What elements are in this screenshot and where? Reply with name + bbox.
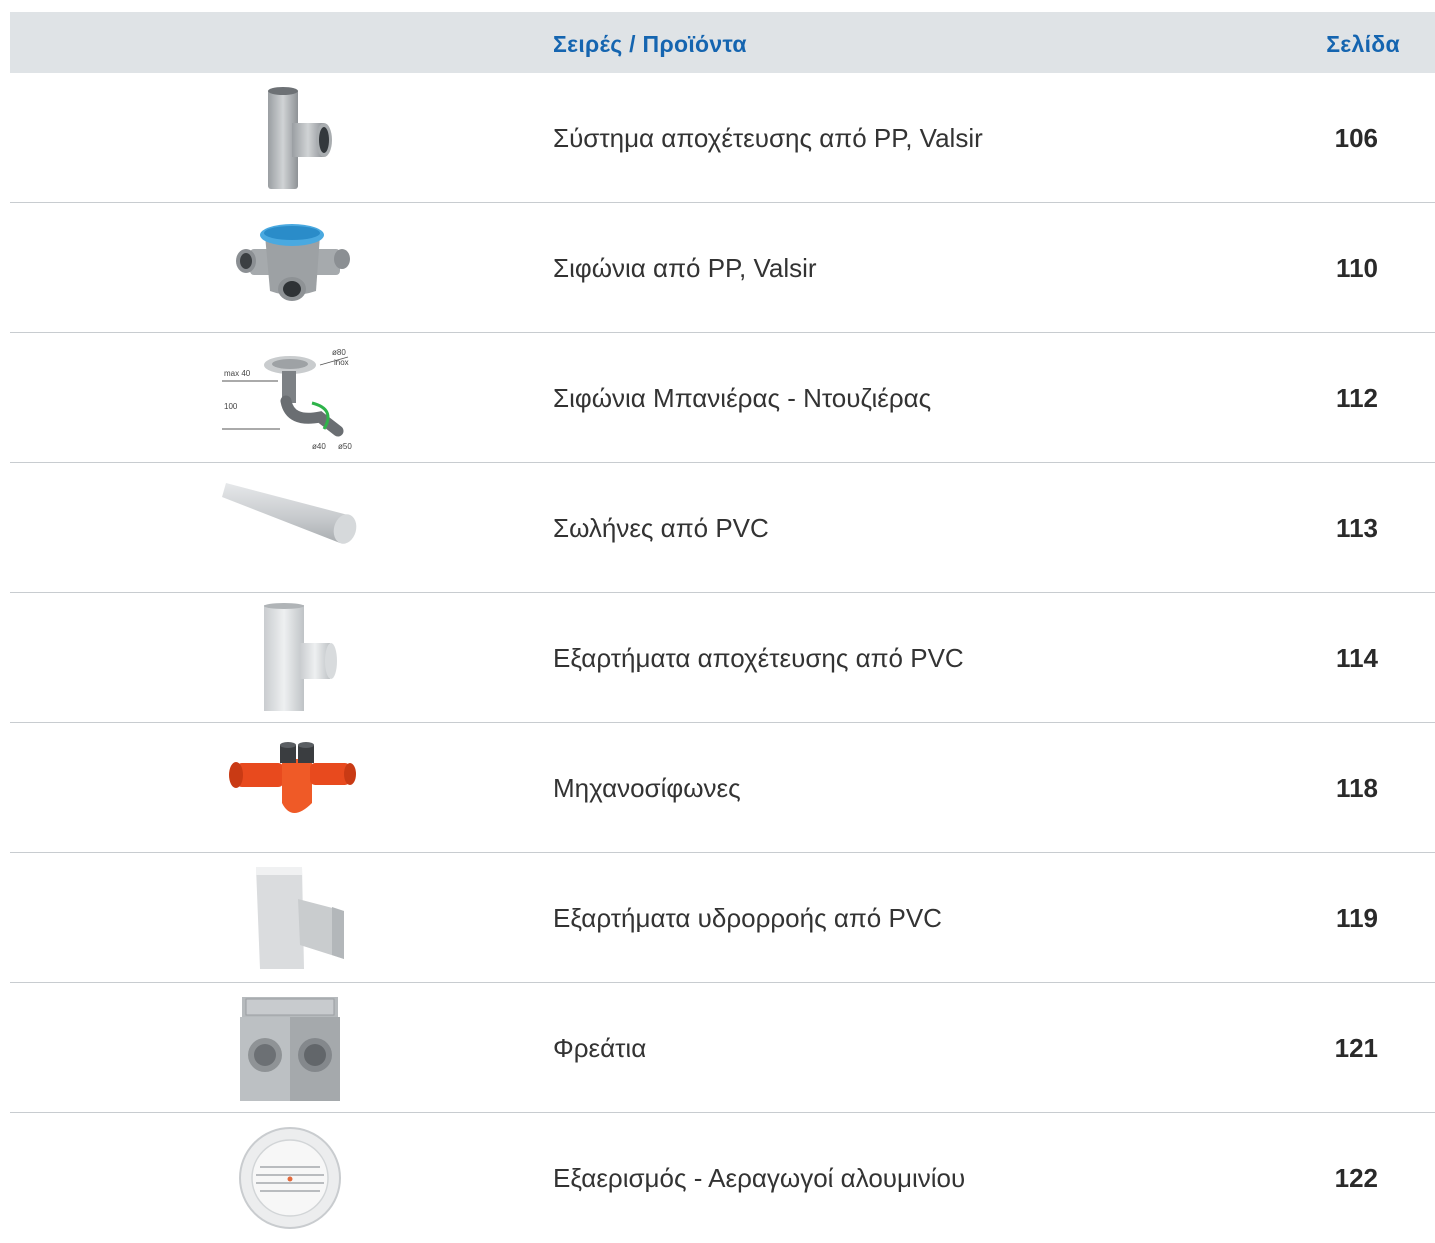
table-row: Σύστημα αποχέτευσης από PP, Valsir 106 [10, 73, 1435, 203]
shower-drain-diagram-icon: max 40 ø80 inox 100 ø40 ø50 [220, 343, 360, 453]
table-row: Εξαερισμός - Αεραγωγοί αλουμινίου 122 [10, 1113, 1435, 1243]
diagram-label: ø80 [332, 348, 346, 357]
product-index-table: Σειρές / Προϊόντα Σελίδα Σύστημα αποχέτε… [10, 12, 1435, 1243]
product-name: Σιφώνια από PP, Valsir [553, 253, 817, 283]
diagram-label: ø50 [338, 442, 352, 451]
diagram-label: ø40 [312, 442, 326, 451]
table-row: Εξαρτήματα υδρορροής από PVC 119 [10, 853, 1435, 983]
table-row: Σιφώνια από PP, Valsir 110 [10, 203, 1435, 333]
page-number: 106 [1334, 123, 1378, 153]
pvc-tee-fitting-icon [220, 603, 360, 713]
orange-trap-icon [220, 733, 360, 843]
product-name: Σιφώνια Μπανιέρας - Ντουζιέρας [553, 383, 932, 413]
series-column-header: Σειρές / Προϊόντα [553, 31, 747, 57]
ventilation-fan-icon [220, 1123, 360, 1233]
pp-tee-fitting-icon [220, 83, 360, 193]
diagram-label: max 40 [224, 369, 251, 378]
page-number: 118 [1336, 773, 1378, 803]
product-name: Σωλήνες από PVC [553, 513, 769, 543]
product-name: Εξαρτήματα αποχέτευσης από PVC [553, 643, 964, 673]
diagram-label: inox [334, 358, 349, 367]
page-number: 112 [1336, 383, 1378, 413]
page-number: 110 [1336, 253, 1378, 283]
table-row: Μηχανοσίφωνες 118 [10, 723, 1435, 853]
page-column-header: Σελίδα [1326, 31, 1400, 57]
product-name: Εξαερισμός - Αεραγωγοί αλουμινίου [553, 1163, 966, 1193]
product-name: Φρεάτια [553, 1033, 647, 1063]
pp-floor-drain-icon [220, 213, 360, 323]
product-name: Μηχανοσίφωνες [553, 773, 741, 803]
pvc-pipe-icon [220, 473, 360, 583]
page-number: 114 [1336, 643, 1378, 673]
table-header: Σειρές / Προϊόντα Σελίδα [10, 12, 1435, 73]
page-number: 119 [1336, 903, 1378, 933]
gutter-fitting-icon [220, 863, 360, 973]
table-row: Φρεάτια 121 [10, 983, 1435, 1113]
product-name: Εξαρτήματα υδρορροής από PVC [553, 903, 942, 933]
page-number: 122 [1334, 1163, 1378, 1193]
manhole-box-icon [220, 993, 360, 1103]
table-row: max 40 ø80 inox 100 ø40 ø50 Σιφώνια Μπαν… [10, 333, 1435, 463]
product-name: Σύστημα αποχέτευσης από PP, Valsir [553, 123, 983, 153]
table-row: Εξαρτήματα αποχέτευσης από PVC 114 [10, 593, 1435, 723]
diagram-label: 100 [224, 402, 238, 411]
page-number: 121 [1334, 1033, 1378, 1063]
table-row: Σωλήνες από PVC 113 [10, 463, 1435, 593]
page-number: 113 [1336, 513, 1378, 543]
